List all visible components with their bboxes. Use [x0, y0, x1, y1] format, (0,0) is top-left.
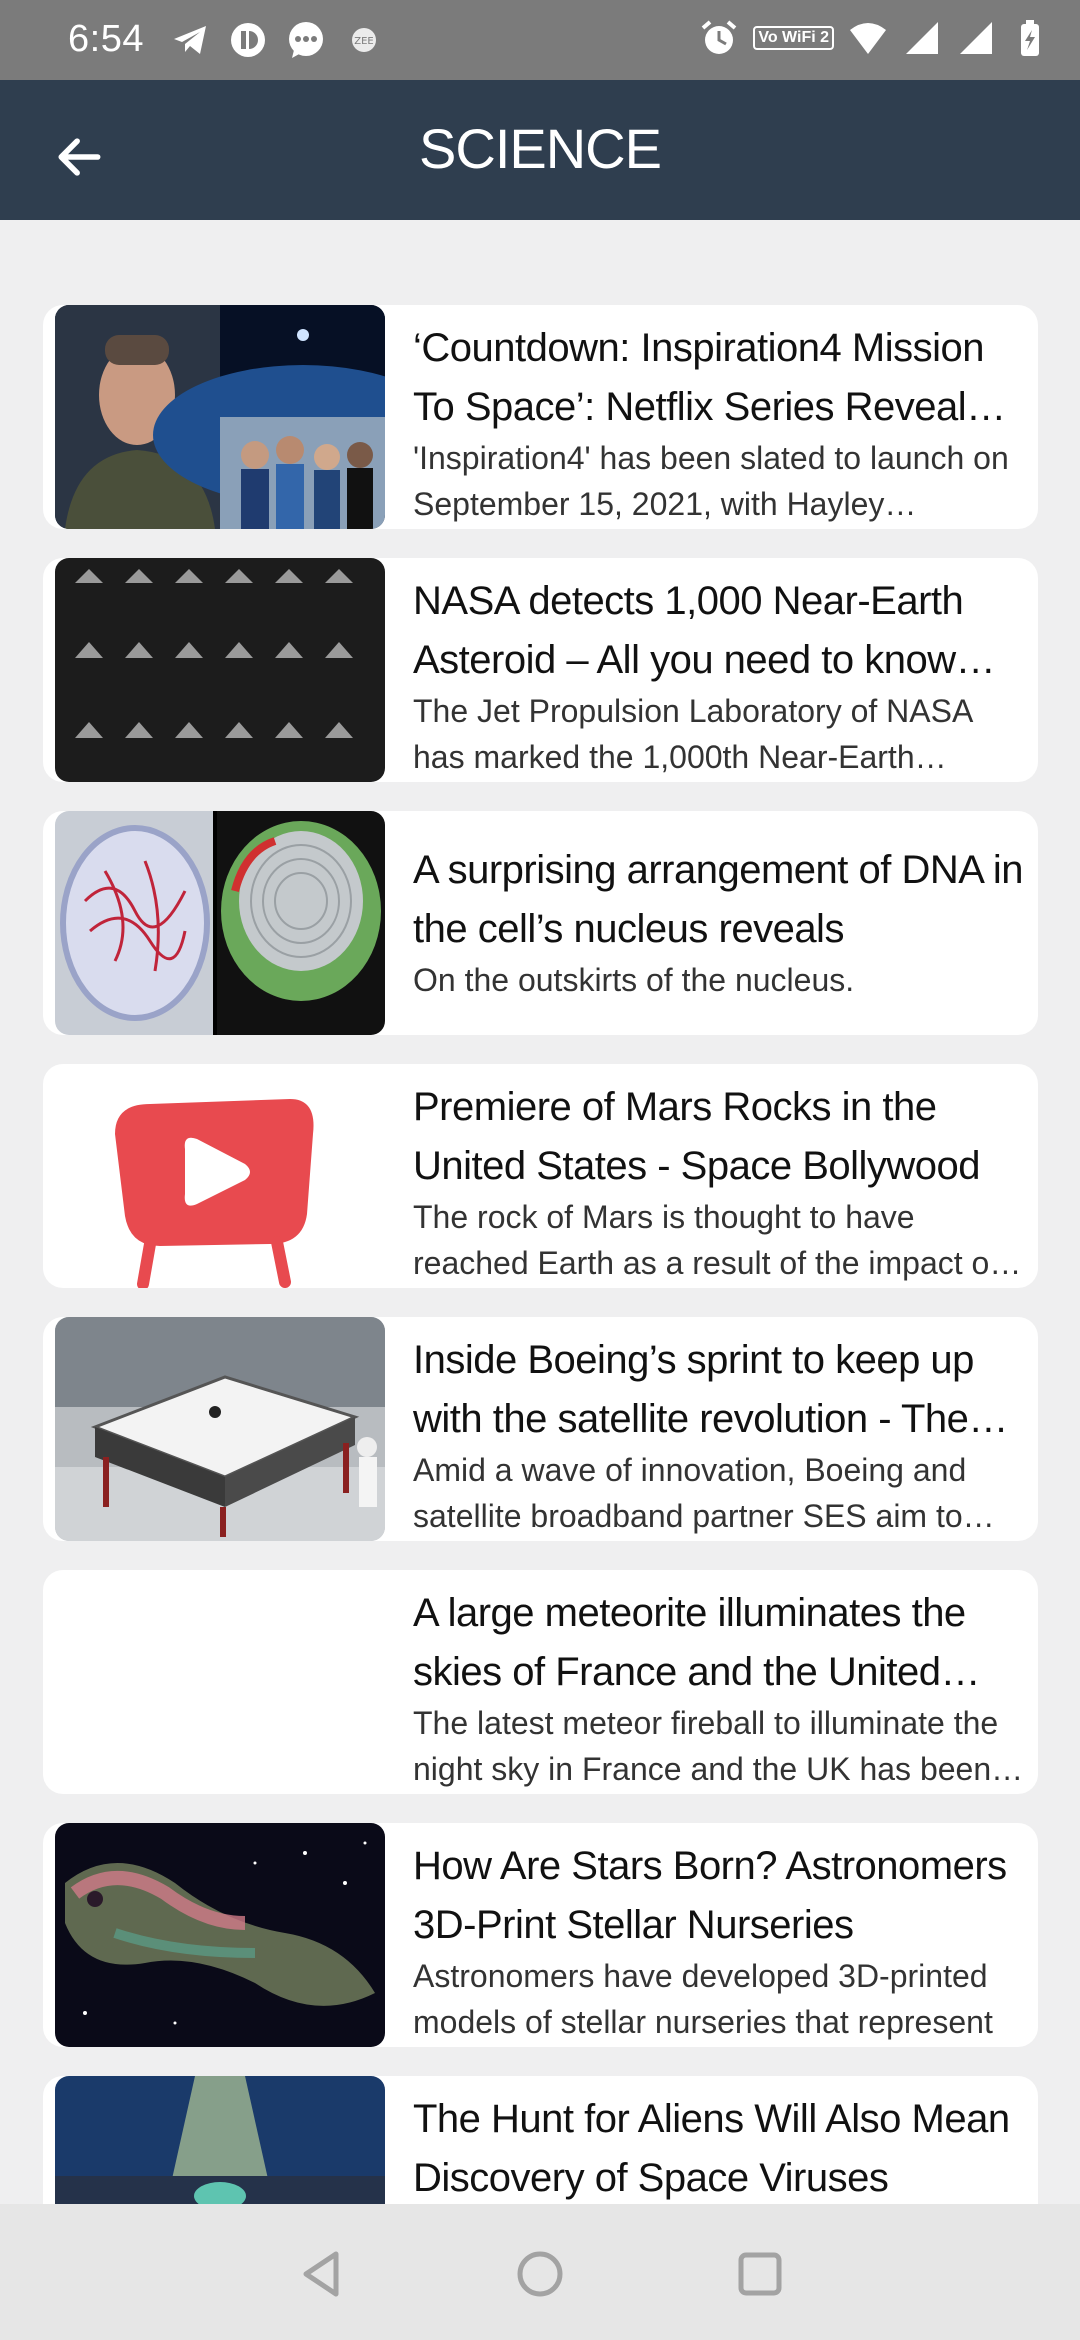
system-nav-bar [0, 2204, 1080, 2340]
cell-nucleus-thumbnail [55, 811, 385, 1035]
article-description: The Jet Propulsion Laboratory of NASA ha… [413, 693, 972, 775]
telegram-icon [170, 20, 210, 60]
article-card[interactable]: Inside Boeing’s sprint to keep up with t… [43, 1317, 1038, 1541]
article-description: Amid a wave of innovation, Boeing and sa… [413, 1452, 967, 1534]
svg-text:ZEE: ZEE [354, 36, 374, 47]
article-title: NASA detects 1,000 Near-Earth Asteroid –… [413, 579, 964, 682]
asteroid-radar-thumbnail [55, 558, 385, 782]
article-title: Inside Boeing’s sprint to keep up with t… [413, 1338, 974, 1441]
status-time: 6:54 [68, 18, 144, 60]
ufo-beam-thumbnail [55, 2076, 385, 2204]
article-title: The Hunt for Aliens Will Also Mean Disco… [413, 2097, 1010, 2200]
article-card[interactable]: Premiere of Mars Rocks in the United Sta… [43, 1064, 1038, 1288]
notification-icon: ZEE [344, 20, 384, 60]
recents-square-icon [738, 2252, 782, 2296]
blank-thumbnail [55, 1570, 385, 1794]
inspiration4-crew-thumbnail [55, 305, 385, 529]
article-description: Astronomers have developed 3D-printed mo… [413, 1958, 993, 2040]
wifi-icon [848, 18, 888, 58]
video-tv-logo-thumbnail [55, 1064, 385, 1288]
article-list[interactable]: ‘Countdown: Inspiration4 Mission To Spac… [0, 220, 1080, 2204]
battery-icon [1010, 18, 1050, 58]
article-card[interactable]: ‘Countdown: Inspiration4 Mission To Spac… [43, 305, 1038, 529]
article-card[interactable]: A large meteorite illuminates the skies … [43, 1570, 1038, 1794]
article-title: A large meteorite illuminates the skies … [413, 1591, 966, 1694]
nav-back-button[interactable] [292, 2244, 352, 2304]
page-title: SCIENCE [419, 117, 662, 180]
back-triangle-icon [303, 2251, 339, 2297]
article-title: ‘Countdown: Inspiration4 Mission To Spac… [413, 326, 986, 429]
nav-home-button[interactable] [510, 2244, 570, 2304]
vowifi-icon: Vo WiFi 2 [753, 26, 834, 50]
article-title: How Are Stars Born? Astronomers 3D-Print… [413, 1844, 1007, 1947]
article-description: On the outskirts of the nucleus. [413, 962, 855, 998]
article-title: Premiere of Mars Rocks in the United Sta… [413, 1085, 981, 1188]
home-circle-icon [517, 2251, 563, 2297]
article-description: The latest meteor fireball to illuminate… [413, 1705, 999, 1787]
signal-icon [956, 18, 996, 58]
article-card[interactable]: The Hunt for Aliens Will Also Mean Disco… [43, 2076, 1038, 2204]
article-card[interactable]: How Are Stars Born? Astronomers 3D-Print… [43, 1823, 1038, 2047]
nav-recents-button[interactable] [730, 2244, 790, 2304]
article-description: The rock of Mars is thought to have reac… [413, 1199, 999, 1281]
satellite-factory-thumbnail [55, 1317, 385, 1541]
article-description: 'Inspiration4' has been slated to launch… [413, 440, 1009, 522]
messages-icon [286, 20, 326, 60]
app-bar: SCIENCE [0, 80, 1080, 220]
article-title: A surprising arrangement of DNA in the c… [413, 848, 1023, 951]
app-icon [228, 20, 268, 60]
status-bar: 6:54 ZEE Vo WiFi 2 [0, 0, 1080, 80]
nebula-thumbnail [55, 1823, 385, 2047]
article-card[interactable]: A surprising arrangement of DNA in the c… [43, 811, 1038, 1035]
article-card[interactable]: NASA detects 1,000 Near-Earth Asteroid –… [43, 558, 1038, 782]
alarm-icon [699, 18, 739, 58]
signal-icon [902, 18, 942, 58]
